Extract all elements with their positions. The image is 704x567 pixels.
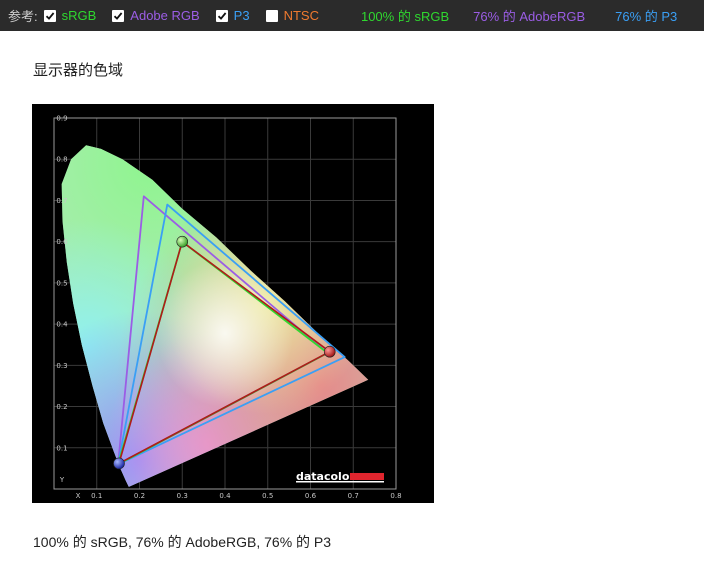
reference-label: 参考:	[8, 9, 38, 24]
y-tick-label: 0.8	[56, 156, 67, 164]
brand-red-bar	[350, 473, 384, 480]
summary-adobe-rgb: 76% 的 AdobeRGB	[135, 534, 257, 550]
stat-adobe-rgb: 76% 的 AdobeRGB	[473, 9, 586, 24]
gamut-chart: X 0.1 0.2 0.3 0.4 0.5 0.6 0.7 0.8 Y 0.1 0.2 0.3 0.4 0.…	[32, 104, 434, 503]
x-tick-label: 0.5	[262, 492, 273, 500]
y-tick-label: 0.5	[56, 279, 67, 287]
gamut-summary: 100% 的 sRGB, 76% 的 AdobeRGB, 76% 的 P3	[33, 532, 331, 552]
x-tick-label: 0.2	[134, 492, 145, 500]
checkbox-adobe-rgb-box[interactable]	[112, 9, 125, 22]
y-tick-label: 0.4	[56, 321, 68, 329]
x-tick-label: 0.3	[177, 492, 188, 500]
y-tick-label: 0.9	[56, 115, 67, 123]
checkbox-srgb[interactable]: sRGB	[43, 8, 97, 23]
summary-separator: ,	[256, 534, 265, 550]
checkbox-p3[interactable]: P3	[215, 8, 250, 23]
stat-p3: 76% 的 P3	[615, 9, 678, 24]
stat-srgb: 100% 的 sRGB	[360, 9, 450, 24]
y-tick-label: 0.3	[56, 362, 67, 370]
y-tick-label: 0.6	[56, 238, 68, 246]
reference-toolbar: 参考: sRGB Adobe RGB P3 NTSC 100% 的 sRGB 7…	[0, 0, 704, 31]
primary-marker	[176, 235, 189, 248]
page-title: 显示器的色域	[33, 62, 124, 79]
y-tick-label: Y	[59, 476, 65, 484]
checkbox-p3-label: P3	[233, 8, 250, 23]
gamut-chart-svg: X 0.1 0.2 0.3 0.4 0.5 0.6 0.7 0.8 Y 0.1 0.2 0.3 0.4 0.…	[32, 104, 434, 503]
y-tick-label: 0.1	[56, 444, 67, 452]
checkbox-srgb-box[interactable]	[43, 9, 56, 22]
checkbox-ntsc[interactable]: NTSC	[265, 8, 319, 23]
checkbox-p3-box[interactable]	[215, 9, 228, 22]
x-tick-label: 0.6	[305, 492, 317, 500]
y-tick-label: 0.2	[56, 403, 67, 411]
x-tick-label: 0.1	[91, 492, 102, 500]
checkbox-ntsc-box[interactable]	[265, 9, 278, 22]
checkbox-adobe-rgb-label: Adobe RGB	[130, 8, 200, 23]
brand-underline	[296, 481, 384, 483]
checkbox-srgb-label: sRGB	[61, 8, 97, 23]
x-tick-label: X	[76, 492, 81, 500]
summary-srgb: 100% 的 sRGB	[33, 534, 128, 550]
y-tick-label: 0.7	[56, 197, 67, 205]
check-icon	[114, 11, 123, 20]
summary-p3: 76% 的 P3	[264, 534, 332, 550]
x-tick-label: 0.7	[348, 492, 359, 500]
x-tick-label: 0.8	[390, 492, 401, 500]
checkbox-ntsc-label: NTSC	[283, 8, 319, 23]
primary-marker	[113, 457, 125, 470]
summary-separator: ,	[127, 534, 136, 550]
primary-marker	[323, 345, 336, 358]
check-icon	[45, 11, 54, 20]
check-icon	[217, 11, 226, 20]
checkbox-adobe-rgb[interactable]: Adobe RGB	[112, 8, 200, 23]
x-tick-label: 0.4	[219, 492, 231, 500]
